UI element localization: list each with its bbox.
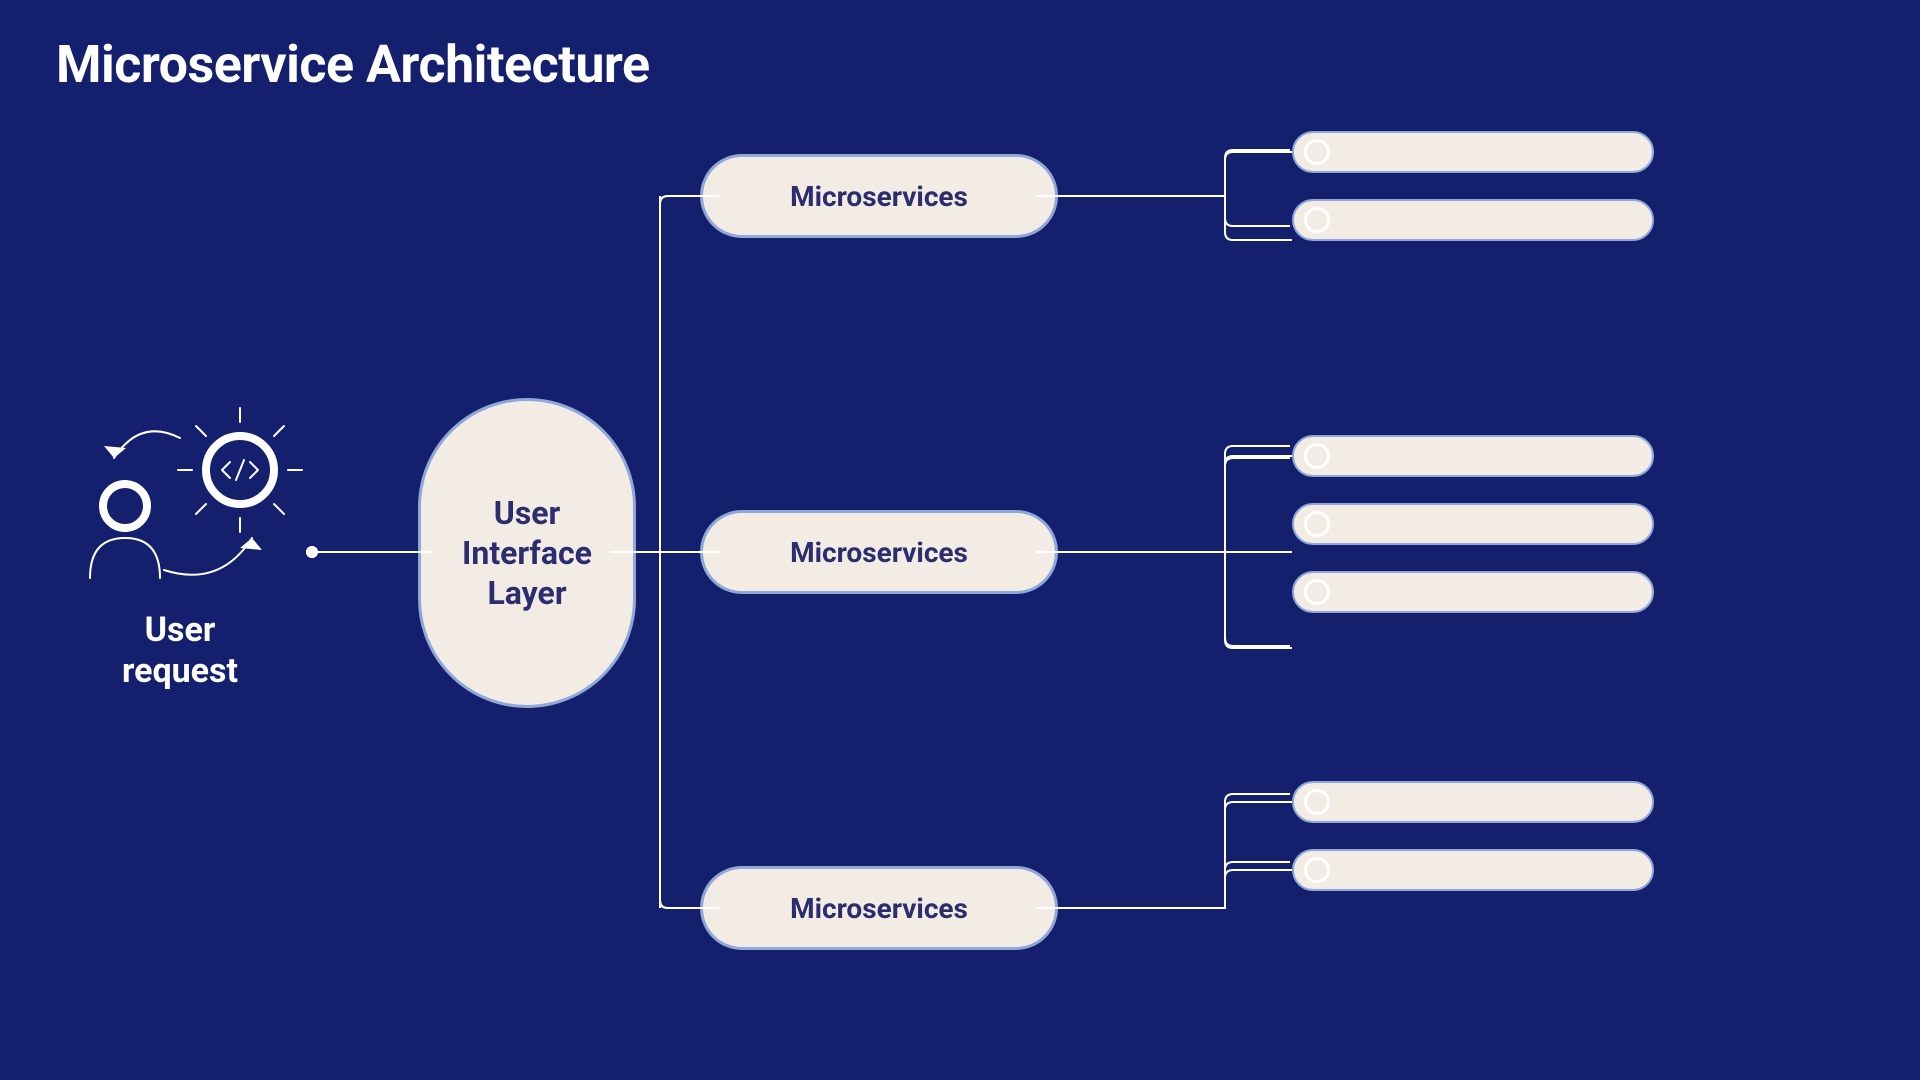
user-request-label: Userrequest <box>90 610 270 692</box>
capsule <box>1292 781 1654 823</box>
capsules-a <box>1292 131 1654 241</box>
capsules-c <box>1292 781 1654 891</box>
capsule <box>1292 199 1654 241</box>
capsule-dot-icon <box>1304 511 1330 537</box>
diagram-title: Microservice Architecture <box>56 34 650 95</box>
microservice-c-label: Microservices <box>790 892 968 925</box>
capsule-dot-icon <box>1304 207 1330 233</box>
microservice-a-label: Microservices <box>790 180 968 213</box>
ui-layer-label: UserInterfaceLayer <box>462 493 592 613</box>
capsule-dot-icon <box>1304 139 1330 165</box>
capsules-b <box>1292 435 1654 613</box>
microservice-a-node: Microservices <box>700 154 1058 238</box>
microservice-b-label: Microservices <box>790 536 968 569</box>
microservice-c-node: Microservices <box>700 866 1058 950</box>
capsule <box>1292 131 1654 173</box>
capsule-dot-icon <box>1304 443 1330 469</box>
microservice-b-node: Microservices <box>700 510 1058 594</box>
capsule <box>1292 571 1654 613</box>
capsule <box>1292 435 1654 477</box>
capsule <box>1292 849 1654 891</box>
ui-layer-node: UserInterfaceLayer <box>418 398 636 708</box>
capsule-dot-icon <box>1304 857 1330 883</box>
capsule-dot-icon <box>1304 579 1330 605</box>
capsule-dot-icon <box>1304 789 1330 815</box>
capsule <box>1292 503 1654 545</box>
user-request-icon <box>70 398 310 598</box>
